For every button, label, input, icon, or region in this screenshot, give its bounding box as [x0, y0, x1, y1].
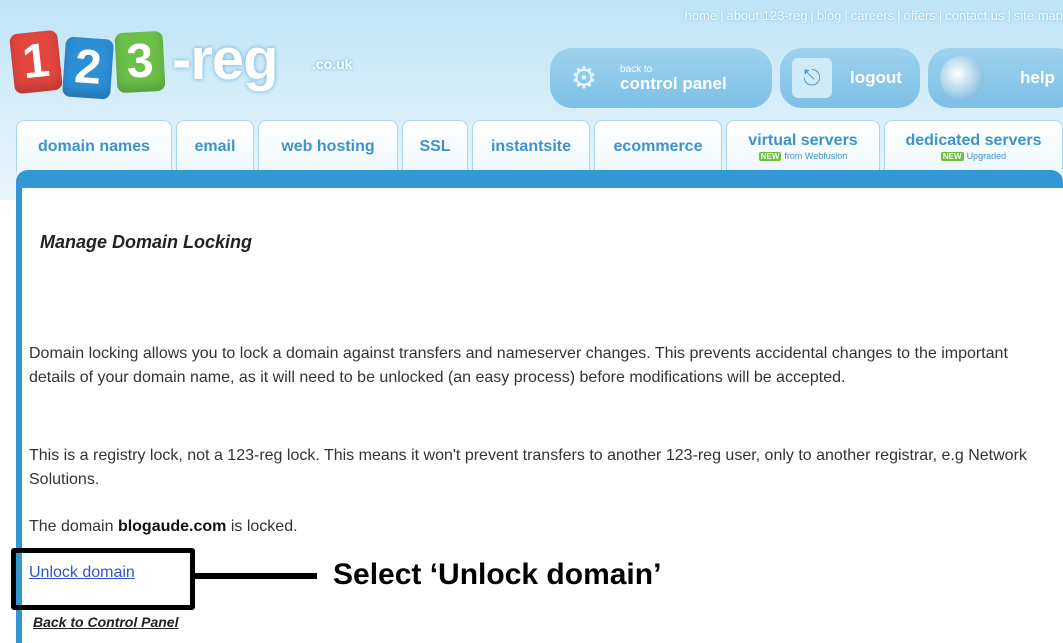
page-title: Manage Domain Locking [40, 232, 253, 252]
status-suffix: is locked. [226, 518, 298, 535]
logo-digit-3: 3 [114, 30, 166, 94]
nav-separator: | [720, 8, 724, 23]
domain-name: blogaude.com [117, 518, 227, 535]
tab-virtual-servers[interactable]: virtual servers NEW from Webfusion [726, 120, 880, 172]
logo-tld: .co.uk [312, 56, 353, 72]
nav-separator: | [844, 8, 848, 23]
tab-ecommerce[interactable]: ecommerce [594, 120, 722, 172]
new-badge: NEW [758, 152, 782, 161]
tab-sub-label: NEW Upgraded [940, 151, 1007, 161]
gear-icon: ⚙ [570, 61, 598, 95]
tab-label: web hosting [281, 137, 375, 155]
logout-icon: ⎋ [792, 58, 832, 98]
nav-link-site-map[interactable]: site map [1014, 8, 1063, 23]
logo-word: -reg [172, 27, 279, 92]
tab-web-hosting[interactable]: web hosting [258, 120, 398, 172]
nav-separator: | [938, 8, 943, 23]
nav-link-careers[interactable]: careers [851, 8, 894, 23]
tab-label: virtual servers [748, 132, 858, 149]
locking-description: Domain locking allows you to lock a doma… [29, 345, 1008, 386]
registry-lock-note: This is a registry lock, not a 123-reg l… [29, 447, 1027, 488]
nav-link-contact[interactable]: contact us [945, 8, 1004, 23]
instruction-callout: Select ‘Unlock domain’ [333, 558, 662, 591]
logout-button[interactable]: ⎋ logout [780, 48, 920, 108]
tab-label: instantsite [490, 137, 571, 155]
back-to-control-panel-link[interactable]: Back to Control Panel [33, 614, 178, 630]
callout-pointer-line [195, 573, 317, 579]
control-panel-big-label: control panel [620, 73, 727, 93]
logo-digit-1: 1 [8, 29, 64, 95]
tab-instantsite[interactable]: instantsite [472, 120, 590, 172]
help-label: help [1020, 68, 1055, 87]
nav-link-blog[interactable]: blog [817, 8, 842, 23]
nav-link-offers[interactable]: offers [904, 8, 936, 23]
top-nav: home | about 123-reg | blog | careers | offers | c… [685, 8, 1063, 23]
logout-label: logout [850, 68, 902, 87]
tab-ssl[interactable]: SSL [402, 120, 468, 172]
help-icon [940, 56, 984, 100]
nav-separator: | [897, 8, 901, 23]
tab-label: domain names [37, 137, 151, 155]
logo-digit-2: 2 [61, 36, 115, 100]
tab-sub-label: NEW from Webfusion [758, 151, 848, 161]
unlock-domain-link[interactable]: Unlock domain [29, 564, 135, 582]
tab-dedicated-servers[interactable]: dedicated servers NEW Upgraded [884, 120, 1063, 172]
new-badge: NEW [940, 152, 964, 161]
tab-label: dedicated servers [905, 132, 1042, 149]
tab-label: SSL [419, 137, 451, 155]
tab-email[interactable]: email [176, 120, 254, 172]
nav-separator: | [810, 8, 814, 23]
nav-link-about[interactable]: about 123-reg [726, 8, 807, 23]
control-panel-small-label: back to [620, 63, 653, 75]
control-panel-button[interactable]: ⚙ back to control panel [550, 48, 772, 108]
status-prefix: The domain [29, 518, 118, 535]
help-button[interactable]: help [928, 48, 1063, 108]
tab-sub-text: Upgraded [966, 151, 1007, 161]
site-logo[interactable]: 1 2 3 -reg .co.uk [8, 22, 372, 102]
tab-label: ecommerce [613, 137, 703, 155]
lock-status: The domain blogaude.com is locked. [29, 515, 1049, 539]
tab-domain-names[interactable]: domain names [16, 120, 172, 172]
tab-sub-text: from Webfusion [784, 151, 848, 161]
nav-separator: | [1007, 8, 1011, 23]
main-tabs: domain names email web hosting SSL insta… [16, 120, 1063, 172]
tab-label: email [194, 137, 236, 155]
control-panel-label: back to control panel [620, 64, 727, 93]
nav-link-home[interactable]: home [685, 8, 718, 23]
